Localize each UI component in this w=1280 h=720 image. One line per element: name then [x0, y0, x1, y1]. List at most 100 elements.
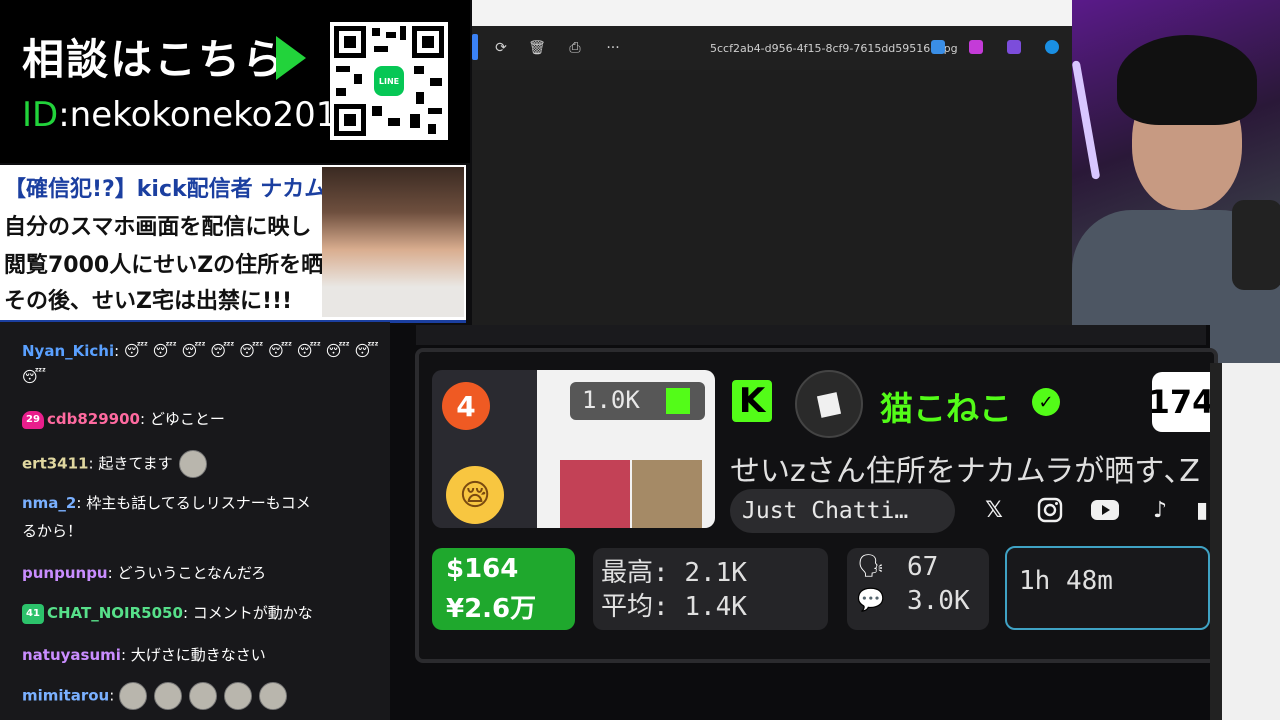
instagram-icon[interactable] [1036, 496, 1064, 524]
right-edge-divider [1210, 363, 1222, 720]
viewer-stats-box: 最高: 2.1K 平均: 1.4K [593, 548, 828, 630]
chat-text: 枠主も話してるしリスナーもコメ [86, 494, 311, 512]
sub-badge: 41 [22, 603, 44, 624]
chat-text: 大げさに動きなさい [130, 646, 266, 664]
microphone [1232, 200, 1280, 290]
peak-value: 2.1K [684, 558, 747, 588]
earnings-usd: $164 [446, 554, 519, 584]
chat-message: punpunpu: どういうことなんだろ [22, 564, 267, 582]
tiktok-icon[interactable]: ♪ [1146, 496, 1174, 524]
onedrive-icon[interactable] [1045, 40, 1059, 54]
headline-line-2: 自分のスマホ画面を配信に映し [4, 215, 312, 240]
neon-light-bar [1072, 60, 1101, 180]
chat-message-cont: 😴 [22, 368, 47, 386]
id-prefix: ID [22, 95, 59, 135]
headline-line-3: 閲覧7000人にせいZの住所を晒す [4, 253, 346, 278]
chat-username[interactable]: mimitarou [22, 687, 109, 705]
stream-title: せいzさん住所をナカムラが晒す､Z [730, 454, 1200, 489]
sleepy-face-icon: 😪 [446, 466, 504, 524]
file-name: 5ccf2ab4-d956-4f15-8cf9-7615dd59516e.jpg [710, 42, 958, 55]
peak-label: 最高: [601, 558, 669, 588]
youtube-icon[interactable] [1091, 496, 1119, 524]
earnings-jpy: ¥2.6万 [446, 594, 537, 624]
chat-panel: Nyan_Kichi: 😴 😴 😴 😴 😴 😴 😴 😴 😴 😴 29 cdb829… [0, 322, 390, 720]
headline-person-photo [322, 167, 464, 317]
chat-text: どゆことー [149, 410, 225, 428]
chat-message: ert3411: 起きてます [22, 450, 214, 478]
webcam-feed [1072, 0, 1280, 363]
chat-message: 29 cdb829900: どゆことー [22, 408, 225, 429]
chat-username[interactable]: natuyasumi [22, 646, 121, 664]
thumb-image-1 [560, 460, 630, 528]
viewer-title-bar [472, 0, 1072, 26]
emote-sticker-icon [189, 682, 218, 710]
chat-stats-box: 🗣 67 💬 3.0K [847, 548, 989, 630]
chat-username[interactable]: Nyan_Kichi [22, 342, 114, 360]
average-value: 1.4K [684, 592, 747, 622]
chat-message: natuyasumi: 大げさに動きなさい [22, 646, 266, 664]
qr-code: LINE [330, 22, 448, 140]
emote-sticker-icon [178, 450, 207, 478]
id-value: :nekokoneko2018 [58, 95, 359, 135]
print-icon[interactable]: ⎙ [564, 37, 586, 59]
emote-sticker-icon [154, 682, 183, 710]
rank-badge: 4 [442, 382, 490, 430]
speech-bubble-icon: 💬 [857, 588, 885, 613]
consult-headline: 相談はこちら [22, 35, 287, 84]
peak-row: 最高: 2.1K [601, 552, 747, 589]
line-logo-icon: LINE [374, 66, 404, 96]
chat-message: mimitarou: [22, 682, 294, 710]
rotate-icon[interactable]: ⟳ [490, 37, 512, 59]
live-viewer-count: 174 [1152, 372, 1210, 432]
chat-message: 41 CHAT_NOIR5050: コメントが動かな [22, 602, 313, 624]
streamer-hair [1117, 35, 1257, 125]
earnings-box: $164 ¥2.6万 [432, 548, 575, 630]
verified-check-icon: ✓ [1032, 388, 1060, 416]
avatar-figure [816, 392, 842, 418]
photo-viewer-window: ⟳ 🗑 ⎙ ··· 5ccf2ab4-d956-4f15-8cf9-7615dd… [472, 0, 1072, 325]
x-icon[interactable]: 𝕏 [980, 496, 1008, 524]
uptime-value: 1h 48m [1019, 566, 1113, 596]
consult-banner: 相談はこちら ID:nekokoneko2018 LINE [0, 0, 470, 163]
designer-app-icon[interactable] [969, 40, 983, 54]
chat-text: コメントが動かな [192, 604, 313, 622]
chat-message: Nyan_Kichi: 😴 😴 😴 😴 😴 😴 😴 😴 😴 [22, 342, 379, 360]
selection-marker [472, 34, 478, 60]
news-headline-card: 【確信犯!?】kick配信者 ナカムラ、 自分のスマホ画面を配信に映し 閲覧70… [0, 165, 466, 323]
average-label: 平均: [601, 592, 669, 622]
edit-app-icon[interactable] [931, 40, 945, 54]
line-id-text: ID:nekokoneko2018 [22, 95, 359, 135]
chat-text: 起きてます [98, 454, 173, 473]
uptime-box: 1h 48m [1005, 546, 1210, 630]
channel-name[interactable]: 猫こねこ [880, 382, 1012, 430]
chatter-count: 67 [907, 552, 939, 582]
sub-badge: 29 [22, 410, 44, 429]
thumb-image-2 [632, 460, 702, 528]
play-arrow-icon [276, 36, 306, 80]
chat-username[interactable]: nma_2 [22, 494, 76, 512]
headline-line-4: その後、せいZ宅は出禁に!!! [4, 289, 293, 314]
chat-username[interactable]: punpunpu [22, 564, 108, 582]
clipchamp-app-icon[interactable] [1007, 40, 1021, 54]
chat-text: 😴 😴 😴 😴 😴 😴 😴 😴 😴 [123, 342, 379, 360]
average-row: 平均: 1.4K [601, 586, 747, 623]
delete-icon[interactable]: 🗑 [526, 37, 548, 59]
more-social-icon[interactable]: ▮ [1196, 496, 1210, 524]
speaking-head-icon: 🗣 [857, 554, 885, 579]
kick-small-icon [666, 388, 690, 414]
more-options-icon[interactable]: ··· [602, 37, 624, 59]
channel-avatar[interactable] [795, 370, 863, 438]
chat-message-cont: るから！ [22, 522, 83, 540]
kick-logo-icon[interactable]: K [732, 380, 772, 422]
chat-username[interactable]: CHAT_NOIR5050 [47, 604, 183, 622]
chat-username[interactable]: ert3411 [22, 455, 89, 473]
category-pill[interactable]: Just Chatti… [730, 489, 955, 533]
chat-message: nma_2: 枠主も話してるしリスナーもコメ [22, 494, 311, 512]
chat-text: どういうことなんだろ [117, 564, 267, 582]
emote-sticker-icon [259, 682, 288, 710]
emote-sticker-icon [224, 682, 253, 710]
chat-username[interactable]: cdb829900 [47, 410, 140, 428]
panel-top-strip [416, 325, 1206, 345]
thumb-viewer-pill: 1.0K [570, 382, 705, 420]
message-count: 3.0K [907, 586, 970, 616]
